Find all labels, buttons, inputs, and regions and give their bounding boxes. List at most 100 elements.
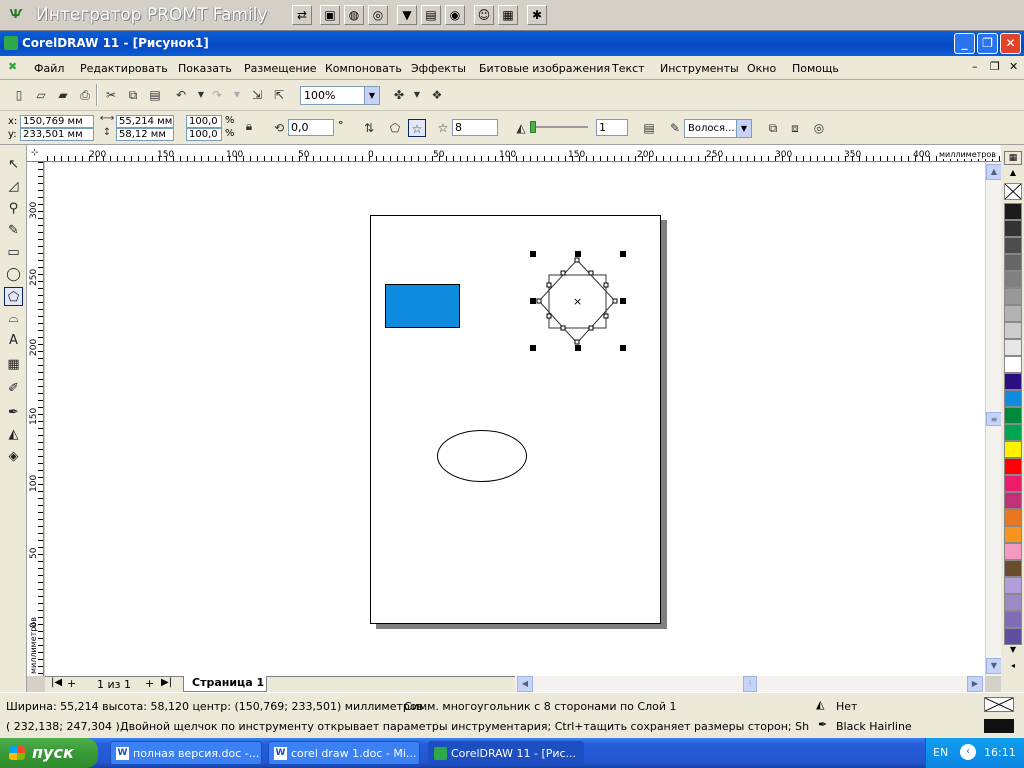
mirror-icon[interactable]: ⇅ [360, 119, 378, 137]
color-swatch[interactable] [1004, 237, 1022, 254]
export-icon[interactable]: ⇱ [270, 86, 288, 104]
chevron-down-icon[interactable]: ▼ [364, 87, 379, 104]
doc-minimize-icon[interactable]: – [972, 60, 978, 73]
height-field[interactable]: 58,12 мм [116, 128, 174, 141]
promt-dict-icon[interactable]: ▦ [498, 5, 518, 25]
color-swatch[interactable] [1004, 203, 1022, 220]
close-button[interactable]: ✕ [1000, 33, 1021, 54]
ruler-origin-icon[interactable]: ⊹ [31, 148, 39, 158]
fill-tool-icon[interactable]: ◭ [4, 425, 23, 444]
convert-to-curves-icon[interactable]: ◎ [810, 119, 828, 137]
x-position-field[interactable]: 150,769 мм [20, 115, 94, 128]
to-front-icon[interactable]: ⧉ [764, 119, 782, 137]
open-icon[interactable]: ▱ [32, 86, 50, 104]
new-icon[interactable]: ▯ [10, 86, 28, 104]
color-swatch[interactable] [1004, 628, 1022, 645]
copy-icon[interactable]: ⧉ [124, 86, 142, 104]
color-swatch[interactable] [1004, 441, 1022, 458]
undo-icon[interactable]: ↶ [172, 86, 190, 104]
scroll-left-icon[interactable]: ◀ [517, 676, 533, 692]
eyedropper-tool-icon[interactable]: ✐ [4, 379, 23, 398]
rectangle-tool-icon[interactable]: ▭ [4, 243, 23, 262]
promt-web-icon[interactable]: ◉ [445, 5, 465, 25]
color-swatch[interactable] [1004, 458, 1022, 475]
color-swatch[interactable] [1004, 390, 1022, 407]
color-swatch[interactable] [1004, 407, 1022, 424]
tray-expand-icon[interactable]: ‹ [960, 744, 976, 760]
scale-y-field[interactable]: 100,0 [186, 128, 222, 141]
menu-arrange[interactable]: Компоновать [325, 62, 402, 75]
sharpness-slider-thumb[interactable] [530, 121, 536, 133]
palette-menu-icon[interactable]: ▦ [1004, 151, 1022, 165]
print-icon[interactable]: ⎙ [76, 86, 94, 104]
lock-ratio-icon[interactable]: 🔒︎ [240, 117, 258, 135]
color-swatch[interactable] [1004, 594, 1022, 611]
color-swatch[interactable] [1004, 254, 1022, 271]
color-swatch[interactable] [1004, 305, 1022, 322]
wrap-text-icon[interactable]: ▤ [640, 119, 658, 137]
scroll-right-icon[interactable]: ▶ [967, 676, 983, 692]
color-swatch[interactable] [1004, 288, 1022, 305]
horizontal-scroll-thumb[interactable]: ⦙ [743, 676, 757, 692]
color-swatch[interactable] [1004, 475, 1022, 492]
paste-icon[interactable]: ▤ [146, 86, 164, 104]
color-swatch[interactable] [1004, 526, 1022, 543]
ellipse-tool-icon[interactable]: ◯ [4, 265, 23, 284]
last-page-icon[interactable]: ▶| [161, 677, 172, 688]
taskbar-item-word-2[interactable]: W corel draw 1.doc - Mi... [268, 741, 420, 765]
import-icon[interactable]: ⇲ [248, 86, 266, 104]
promt-open-icon[interactable]: ▣ [320, 5, 340, 25]
promt-translate-icon[interactable]: ⇄ [292, 5, 312, 25]
interactive-fill-tool-icon[interactable]: ◈ [4, 447, 23, 466]
menu-layout[interactable]: Размещение [244, 62, 317, 75]
blue-rectangle-shape[interactable] [385, 284, 460, 328]
start-button[interactable]: пуск [0, 738, 98, 768]
horizontal-ruler[interactable]: ⊹ 200 150 100 50 0 50 100 150 200 250 30… [27, 145, 1004, 162]
corel-online-icon[interactable]: ❖ [428, 86, 446, 104]
no-color-swatch[interactable] [1004, 183, 1022, 200]
vertical-scroll-thumb[interactable]: ≡ [986, 412, 1002, 426]
freehand-tool-icon[interactable]: ✎ [4, 221, 23, 240]
promt-filter-icon[interactable]: ▼ [397, 5, 417, 25]
color-swatch[interactable] [1004, 220, 1022, 237]
color-swatch[interactable] [1004, 322, 1022, 339]
sharpness-slider[interactable] [532, 126, 588, 128]
taskbar-item-word-1[interactable]: W полная версия.doc -... [110, 741, 262, 765]
palette-scroll-down-icon[interactable]: ▼ [1004, 645, 1022, 657]
document-icon[interactable]: ✖ [8, 60, 17, 73]
sharpness-field[interactable]: 1 [596, 119, 628, 136]
menu-edit[interactable]: Редактировать [80, 62, 168, 75]
menu-bitmaps[interactable]: Битовые изображения [479, 62, 610, 75]
scale-x-field[interactable]: 100,0 [186, 115, 222, 128]
taskbar-item-coreldraw[interactable]: CorelDRAW 11 - [Рис... [428, 741, 584, 765]
width-field[interactable]: 55,214 мм [116, 115, 174, 128]
outline-color-indicator[interactable] [984, 719, 1014, 733]
add-page-before-icon[interactable]: + [67, 677, 76, 690]
text-tool-icon[interactable]: A [4, 331, 23, 350]
cut-icon[interactable]: ✂ [102, 86, 120, 104]
chevron-down-icon[interactable]: ▼ [736, 120, 751, 137]
interactive-blend-tool-icon[interactable]: ▦ [4, 355, 23, 374]
doc-close-icon[interactable]: ✕ [1009, 60, 1018, 73]
promt-search-icon[interactable]: ◎ [368, 5, 388, 25]
outline-width-select[interactable]: Волося... ▼ [684, 119, 752, 138]
promt-settings-icon[interactable]: ✱ [527, 5, 547, 25]
promt-book-icon[interactable]: ▤ [421, 5, 441, 25]
zoom-level-select[interactable]: 100% ▼ [300, 86, 380, 105]
promt-globe-icon[interactable]: ◍ [344, 5, 364, 25]
first-page-icon[interactable]: |◀ [51, 677, 62, 688]
shape-tool-icon[interactable]: ◿ [4, 177, 23, 196]
menu-window[interactable]: Окно [747, 62, 776, 75]
restore-button[interactable]: ❐ [977, 33, 998, 54]
fill-color-indicator[interactable] [984, 697, 1014, 712]
scroll-up-icon[interactable]: ▲ [986, 164, 1002, 180]
color-swatch[interactable] [1004, 373, 1022, 390]
minimize-button[interactable]: _ [954, 33, 975, 54]
redo-dropdown-icon[interactable]: ▼ [228, 86, 246, 104]
palette-scroll-up-icon[interactable]: ▲ [1004, 167, 1022, 179]
color-swatch[interactable] [1004, 356, 1022, 373]
rotation-angle-field[interactable]: 0,0 [288, 119, 334, 136]
pick-tool-icon[interactable]: ↖ [4, 155, 23, 174]
color-swatch[interactable] [1004, 577, 1022, 594]
promt-logo-icon[interactable]: Ѱ [4, 5, 28, 25]
